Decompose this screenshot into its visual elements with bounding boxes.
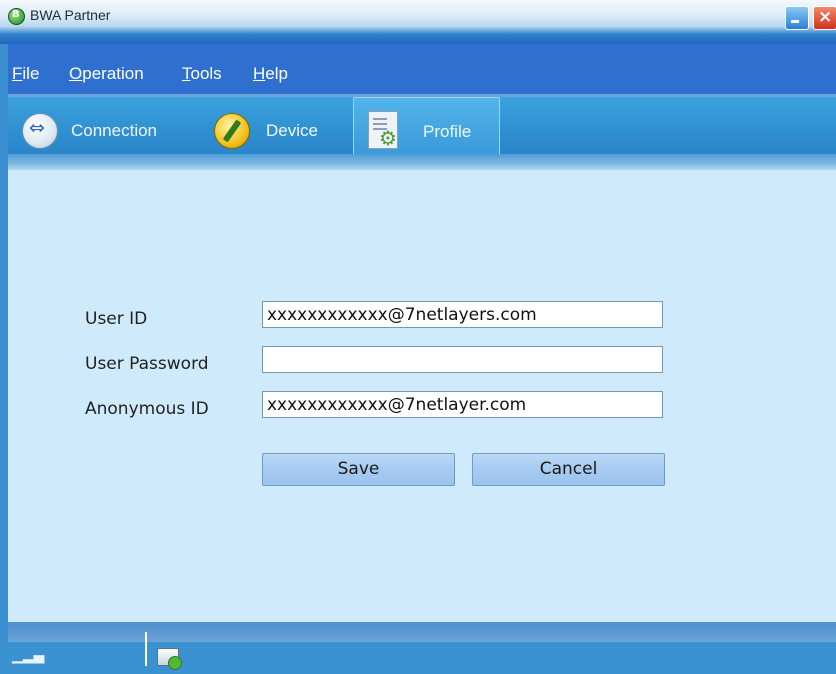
menu-help[interactable]: Help xyxy=(253,64,288,84)
minimize-icon xyxy=(791,20,799,23)
status-bar: ▁▂▄ xyxy=(0,632,836,674)
app-logo-icon xyxy=(8,8,25,25)
menu-help-accel: H xyxy=(253,64,266,83)
close-button[interactable]: × xyxy=(813,6,836,30)
tab-bar: Connection Device Profile xyxy=(8,97,836,158)
user-password-input[interactable] xyxy=(262,346,663,373)
menu-operation-accel: O xyxy=(69,64,83,83)
tab-bar-divider xyxy=(8,154,836,170)
profile-panel: User ID User Password Anonymous ID Save … xyxy=(8,170,836,622)
menu-file-accel: F xyxy=(12,64,23,83)
profile-settings-icon xyxy=(368,111,398,150)
tab-device-label: Device xyxy=(266,121,318,140)
user-id-input[interactable] xyxy=(262,301,663,328)
menu-file-rest: ile xyxy=(22,64,40,83)
close-icon: × xyxy=(818,7,833,27)
cancel-button[interactable]: Cancel xyxy=(472,453,665,486)
menu-operation-rest: peration xyxy=(82,64,144,83)
menu-bar: File Operation Tools Help xyxy=(8,44,836,94)
user-id-label: User ID xyxy=(85,309,148,329)
window-title: BWA Partner xyxy=(30,7,111,23)
app-window: BWA Partner × File Operation Tools Help … xyxy=(0,0,836,674)
anonymous-id-input[interactable] xyxy=(262,391,663,418)
status-divider xyxy=(8,622,836,642)
network-status-icon[interactable] xyxy=(157,648,182,670)
user-password-label: User Password xyxy=(85,354,209,374)
menu-operation[interactable]: Operation xyxy=(69,64,144,84)
title-bar[interactable]: BWA Partner × xyxy=(0,0,836,44)
minimize-button[interactable] xyxy=(785,6,809,30)
tab-profile-label: Profile xyxy=(423,122,472,141)
menu-tools-rest: ools xyxy=(190,64,222,83)
usb-icon xyxy=(22,113,58,149)
menu-file[interactable]: File xyxy=(12,64,39,84)
tab-device[interactable]: Device xyxy=(214,97,350,157)
status-separator xyxy=(145,632,147,666)
tab-profile[interactable]: Profile xyxy=(353,97,500,158)
save-button[interactable]: Save xyxy=(262,453,455,486)
signal-strength-icon: ▁▂▄ xyxy=(12,648,45,664)
tab-connection[interactable]: Connection xyxy=(8,97,198,157)
anonymous-id-label: Anonymous ID xyxy=(85,399,209,419)
menu-tools-accel: T xyxy=(182,64,191,83)
wrench-icon xyxy=(214,113,250,149)
tab-connection-label: Connection xyxy=(71,121,158,140)
menu-help-rest: elp xyxy=(265,64,288,83)
menu-tools[interactable]: Tools xyxy=(182,64,222,84)
